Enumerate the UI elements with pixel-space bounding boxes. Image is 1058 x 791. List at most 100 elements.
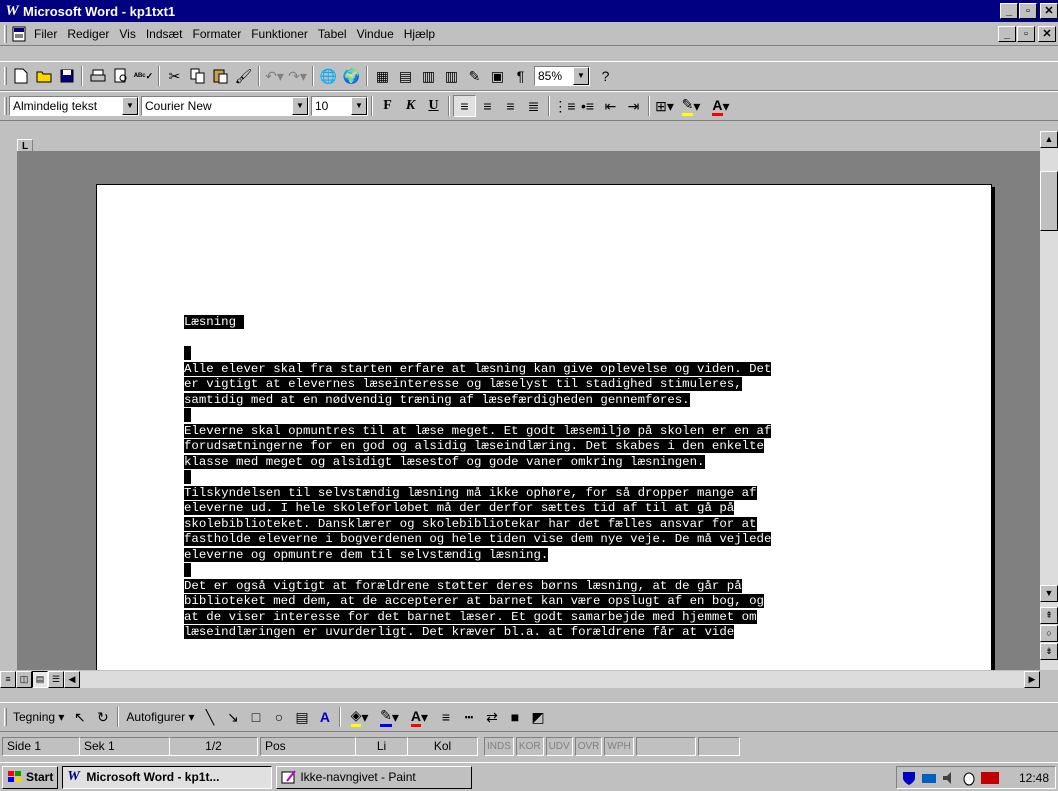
- draw-menu-button[interactable]: Tegning ▾: [9, 710, 68, 724]
- justify-icon[interactable]: ≣: [522, 95, 545, 117]
- borders-icon[interactable]: ⊞▾: [653, 95, 676, 117]
- antivirus-shield-icon[interactable]: [901, 770, 917, 786]
- shadow-icon[interactable]: ■: [503, 706, 526, 728]
- scroll-thumb[interactable]: [1040, 171, 1058, 231]
- text-line[interactable]: er vigtigt at elevernes læseinteresse og…: [184, 377, 924, 393]
- show-formatting-icon[interactable]: ¶: [509, 65, 532, 87]
- text-line[interactable]: Det er også vigtigt at forældrene støtte…: [184, 578, 924, 595]
- line-color-icon[interactable]: ✎ ▾: [374, 706, 404, 728]
- zoom-select[interactable]: 85% ▼: [534, 66, 590, 86]
- paste-icon[interactable]: [209, 65, 232, 87]
- text-line[interactable]: eleverne og opmuntre dem til selvstændig…: [184, 547, 924, 564]
- menu-vis[interactable]: Vis: [114, 27, 140, 41]
- align-right-icon[interactable]: ≡: [499, 95, 522, 117]
- tables-borders-icon[interactable]: ▦: [371, 65, 394, 87]
- text-line[interactable]: at de viser interesse for det barnet læs…: [184, 609, 924, 626]
- arrow-style-icon[interactable]: ⇄: [480, 706, 503, 728]
- previous-page-button[interactable]: ⇞: [1040, 607, 1058, 624]
- doc-minimize-button[interactable]: _: [998, 26, 1016, 42]
- chevron-down-icon[interactable]: ▼: [351, 97, 367, 115]
- scroll-up-button[interactable]: ▲: [1040, 131, 1058, 148]
- italic-button[interactable]: K: [399, 95, 422, 117]
- numbering-icon[interactable]: ⋮≡: [553, 95, 576, 117]
- toolbar-grip[interactable]: [4, 708, 7, 726]
- bold-button[interactable]: F: [376, 95, 399, 117]
- close-button[interactable]: ✕: [1040, 3, 1058, 19]
- columns-icon[interactable]: ▥: [440, 65, 463, 87]
- document-page[interactable]: Læsning Alle elever skal fra starten erf…: [96, 184, 992, 670]
- increase-indent-icon[interactable]: ⇥: [622, 95, 645, 117]
- cut-icon[interactable]: ✂: [163, 65, 186, 87]
- help-icon[interactable]: ?: [594, 65, 617, 87]
- menu-tabel[interactable]: Tabel: [313, 27, 352, 41]
- indicator-ovr[interactable]: OVR: [574, 736, 603, 756]
- doc-close-button[interactable]: ✕: [1038, 26, 1056, 42]
- text-line[interactable]: eleverne ud. I hele skoleforløbet må der…: [184, 501, 924, 517]
- new-document-icon[interactable]: [9, 65, 32, 87]
- align-left-icon[interactable]: ≡: [453, 95, 476, 117]
- fill-color-icon[interactable]: ◈ ▾: [344, 706, 374, 728]
- doc-restore-button[interactable]: ▫: [1017, 26, 1035, 42]
- font-color-icon[interactable]: A ▾: [706, 95, 736, 117]
- toolbar-grip[interactable]: [4, 97, 7, 115]
- insert-table-icon[interactable]: ▤: [394, 65, 417, 87]
- web-toolbar-icon[interactable]: 🌍: [340, 65, 363, 87]
- print-icon[interactable]: [86, 65, 109, 87]
- scroll-left-button[interactable]: ◀: [64, 671, 80, 688]
- web-view-icon[interactable]: ◫: [16, 671, 32, 688]
- indicator-kor[interactable]: KOR: [515, 736, 544, 756]
- taskbar-paint-button[interactable]: Ikke-navngivet - Paint: [276, 765, 473, 789]
- text-line[interactable]: Tilskyndelsen til selvstændig læsning må…: [184, 485, 924, 502]
- text-line[interactable]: klasse med meget og alsidigt læsestof og…: [184, 454, 924, 471]
- scroll-down-button[interactable]: ▼: [1040, 585, 1058, 602]
- text-line[interactable]: samtidig med at en nødvendig træning af …: [184, 392, 924, 409]
- next-page-button[interactable]: ⇟: [1040, 643, 1058, 660]
- text-line[interactable]: Læsning: [184, 315, 924, 331]
- wordart-icon[interactable]: A: [313, 706, 336, 728]
- line-icon[interactable]: ╲: [198, 706, 221, 728]
- menu-funktioner[interactable]: Funktioner: [246, 27, 313, 41]
- indicator-inds[interactable]: INDS: [484, 736, 514, 756]
- outline-view-icon[interactable]: ☰: [48, 671, 64, 688]
- select-browse-object-button[interactable]: ○: [1040, 625, 1058, 642]
- minimize-button[interactable]: _: [1000, 3, 1018, 19]
- drawing-icon[interactable]: ✎: [463, 65, 486, 87]
- font-color-draw-icon[interactable]: A ▾: [404, 706, 434, 728]
- text-line[interactable]: biblioteket med dem, at de accepterer at…: [184, 594, 924, 610]
- horizontal-scrollbar[interactable]: ≡ ◫ ▤ ☰ ◀ ▶: [0, 670, 1040, 688]
- menu-formater[interactable]: Formater: [188, 27, 247, 41]
- start-button[interactable]: Start: [2, 765, 59, 789]
- autoshapes-menu-button[interactable]: Autofigurer ▾: [122, 710, 198, 724]
- text-line[interactable]: [184, 470, 924, 486]
- print-layout-icon[interactable]: ▤: [32, 671, 48, 688]
- chevron-down-icon[interactable]: ▼: [292, 97, 308, 115]
- style-select[interactable]: Almindelig tekst ▼: [9, 96, 139, 116]
- spelling-icon[interactable]: ᴬᴮᶜ✓: [132, 65, 155, 87]
- vertical-scrollbar[interactable]: ▲ ▼ ⇞ ○ ⇟: [1040, 131, 1058, 670]
- text-line[interactable]: [184, 331, 924, 347]
- rectangle-icon[interactable]: □: [244, 706, 267, 728]
- font-size-select[interactable]: 10 ▼: [311, 96, 368, 116]
- font-select[interactable]: Courier New ▼: [141, 96, 309, 116]
- copy-icon[interactable]: [186, 65, 209, 87]
- toolbar-grip[interactable]: [4, 67, 7, 85]
- menubar-grip[interactable]: [4, 24, 7, 43]
- menu-filer[interactable]: Filer: [29, 27, 62, 41]
- scroll-right-button[interactable]: ▶: [1024, 671, 1040, 688]
- normal-view-icon[interactable]: ≡: [0, 671, 16, 688]
- word-app-icon[interactable]: W: [4, 3, 20, 19]
- undo-icon[interactable]: ↶▾: [263, 65, 286, 87]
- text-box-icon[interactable]: ▤: [290, 706, 313, 728]
- print-preview-icon[interactable]: [109, 65, 132, 87]
- open-folder-icon[interactable]: [32, 65, 55, 87]
- save-icon[interactable]: [55, 65, 78, 87]
- text-line[interactable]: [184, 563, 924, 579]
- 3d-icon[interactable]: ◩: [526, 706, 549, 728]
- dash-style-icon[interactable]: ┅: [457, 706, 480, 728]
- document-area[interactable]: Læsning Alle elever skal fra starten erf…: [17, 151, 1040, 670]
- select-objects-icon[interactable]: ↖: [68, 706, 91, 728]
- underline-button[interactable]: U: [422, 95, 445, 117]
- align-center-icon[interactable]: ≡: [476, 95, 499, 117]
- text-line[interactable]: fastholde eleverne i bogverdenen og hele…: [184, 532, 924, 548]
- indicator-udv[interactable]: UDV: [545, 736, 573, 756]
